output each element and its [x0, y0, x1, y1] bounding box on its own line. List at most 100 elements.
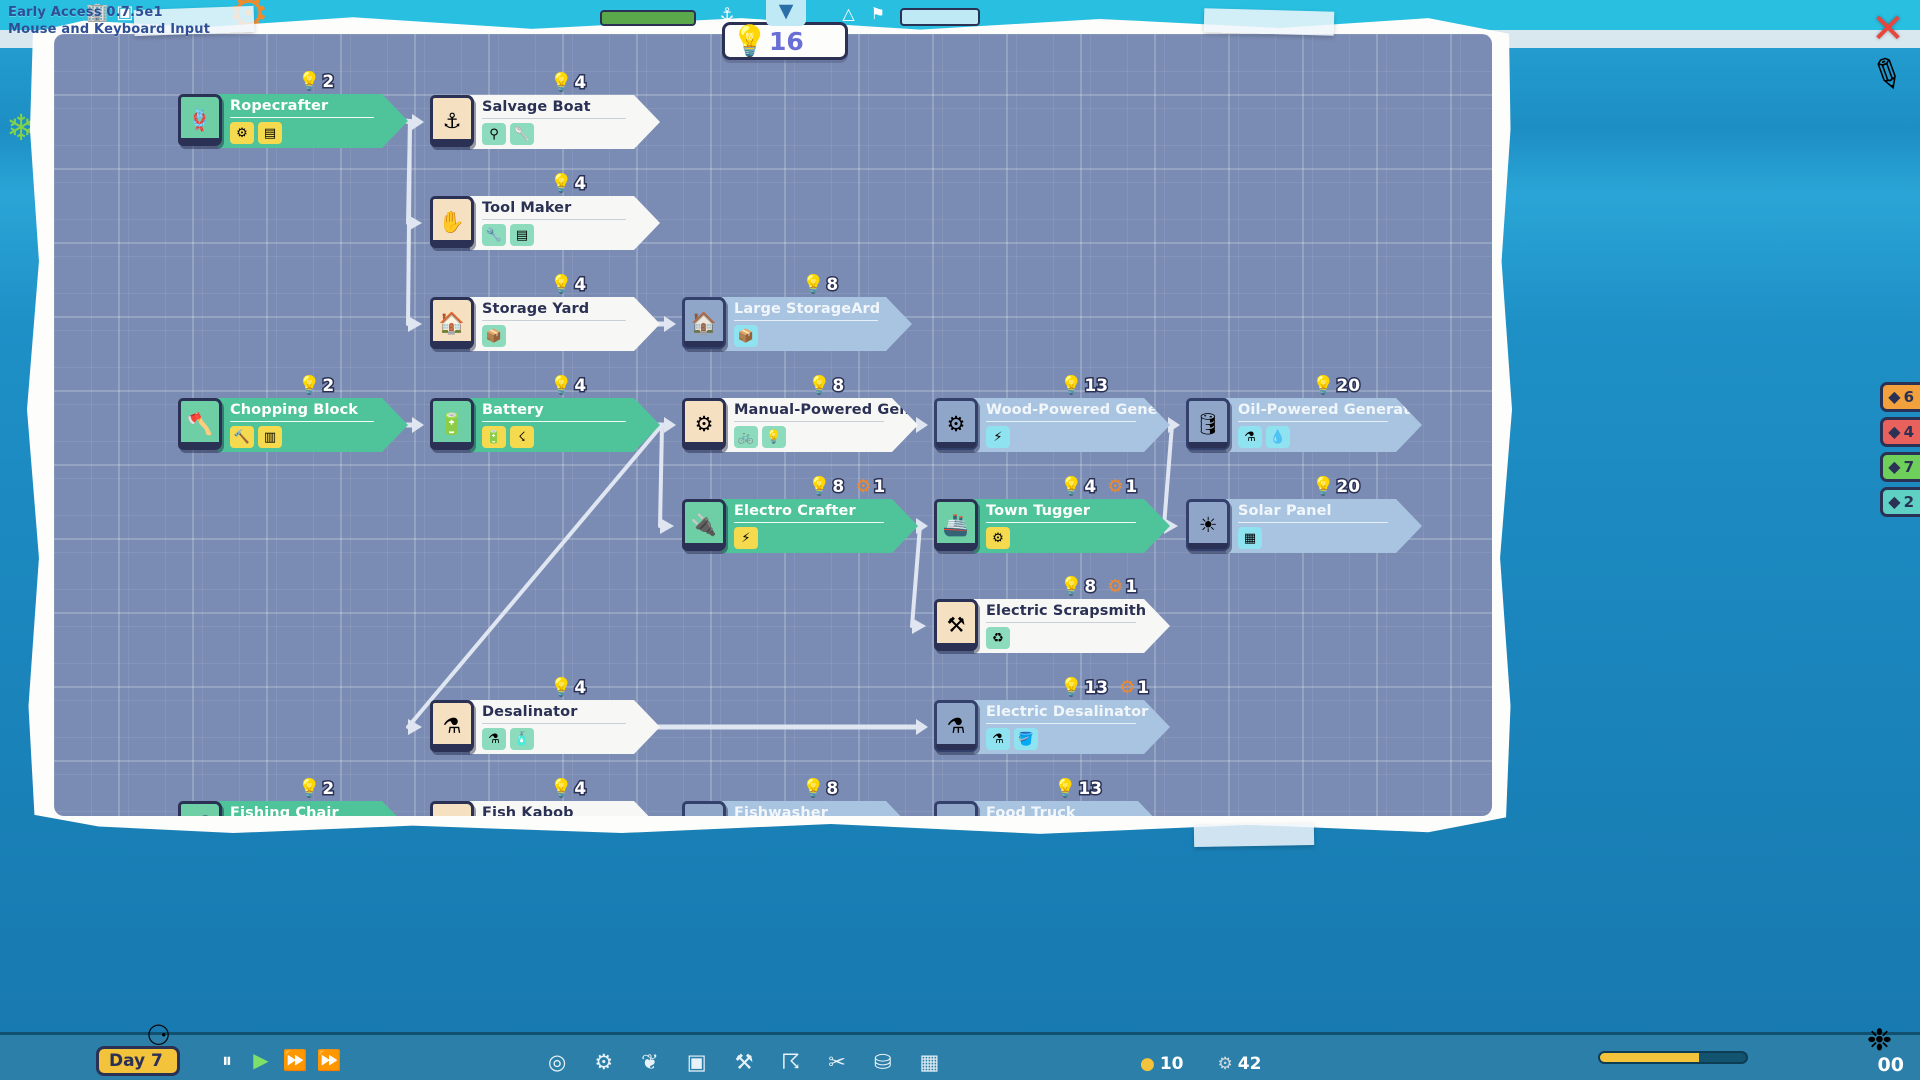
scrap-press-icon[interactable]: ♻	[986, 627, 1010, 649]
tech-node-body[interactable]: Large StorageArd📦	[722, 297, 912, 351]
grilled-fish-icon: 🐟	[430, 801, 474, 816]
tech-node-body[interactable]: Electric Desalinator⚗🪣	[974, 700, 1170, 754]
still-pot-icon-glyph: ⚗	[947, 716, 966, 737]
pause-icon[interactable]: ⏸	[214, 1048, 240, 1072]
tech-node-body[interactable]: Battery🔋☇	[470, 398, 660, 452]
research-book-icon: 💡	[550, 74, 572, 92]
bag-icon[interactable]: ⛁	[874, 1050, 892, 1074]
water-still-icon[interactable]: ⚗	[482, 728, 506, 750]
resource-chip-teal-resource-icon[interactable]: ◆2	[1880, 487, 1920, 517]
tech-node-body[interactable]: Ropecrafter⚙▤	[218, 94, 408, 148]
workbench-icon[interactable]: ▤	[510, 224, 534, 246]
tech-node-solar-panel[interactable]: ☀Solar Panel▦	[1186, 499, 1422, 553]
tech-node-body[interactable]: Wood-Powered Generator⚡	[974, 398, 1170, 452]
hammer-icon[interactable]: ⚒	[735, 1050, 754, 1074]
tech-node-battery[interactable]: 🔋Battery🔋☇	[430, 398, 660, 452]
crate-stack-icon[interactable]: 📦	[734, 325, 758, 347]
tech-node-body[interactable]: Salvage Boat⚲🥄	[470, 95, 660, 149]
tech-node-electro-crafter[interactable]: 🔌Electro Crafter⚡	[682, 499, 918, 553]
tech-node-electric-scrapsmith[interactable]: ⚒Electric Scrapsmith♻	[934, 599, 1170, 653]
progress-bar-fill	[1600, 1053, 1699, 1062]
tech-node-desalinator[interactable]: ⚗Desalinator⚗🧴	[430, 700, 660, 754]
tech-node-body[interactable]: Food Truck🍲	[974, 801, 1164, 816]
wood-generator-icon[interactable]: ⚡	[986, 426, 1010, 448]
tech-node-wood-powered-generator[interactable]: ⚙Wood-Powered Generator⚡	[934, 398, 1170, 452]
tech-node-oil-powered-generator[interactable]: 🛢Oil-Powered Generator⚗💧	[1186, 398, 1422, 452]
tech-node-manual-powered-generator[interactable]: ⚙Manual-Powered Generator🚲💡	[682, 398, 918, 452]
trident-icon[interactable]: ⚓	[720, 4, 734, 23]
tech-node-body[interactable]: Fish Kabob♨🍢	[470, 801, 660, 816]
close-button[interactable]: ✕	[1870, 12, 1906, 48]
crate-icon[interactable]: ▣	[687, 1050, 707, 1074]
gear-icon[interactable]: ⚙	[594, 1050, 613, 1074]
tech-node-chopping-block[interactable]: 🪓Chopping Block🔨▥	[178, 398, 408, 452]
tech-node-town-tugger[interactable]: 🚢Town Tugger⚙	[934, 499, 1170, 553]
bike-generator-icon[interactable]: 🚲	[734, 426, 758, 448]
resource-chip-orange-resource-icon[interactable]: ◆6	[1880, 382, 1920, 412]
tech-node-tool-maker[interactable]: ✋Tool Maker🔧▤	[430, 196, 660, 250]
water-bottle-icon[interactable]: 🧴	[510, 728, 534, 750]
resource-chip-green-resource-icon[interactable]: ◆7	[1880, 452, 1920, 482]
tech-node-electric-desalinator[interactable]: ⚗Electric Desalinator⚗🪣	[934, 700, 1170, 754]
electric-still-icon[interactable]: ⚗	[986, 728, 1010, 750]
collapse-panel-button[interactable]: ▼	[766, 0, 806, 26]
winch-icon[interactable]: ⚙	[230, 122, 254, 144]
play-icon[interactable]: ▶	[248, 1048, 274, 1072]
tech-node-divider	[1238, 421, 1388, 422]
electro-bench-icon[interactable]: ⚡	[734, 527, 758, 549]
cost-entry: 💡13	[1060, 376, 1108, 396]
research-book-icon: 💡	[550, 377, 572, 395]
flag-icon[interactable]: ⚑	[871, 4, 885, 23]
paddle-icon[interactable]: 🥄	[510, 123, 534, 145]
tech-node-ropecrafter[interactable]: 🪢Ropecrafter⚙▤	[178, 94, 408, 148]
hud-icon-bar[interactable]: ◎ ⚙ ❦ ▣ ⚒ ☈ ✂ ⛁ ▦	[548, 1050, 939, 1074]
mooring-post-icon[interactable]: ⚲	[482, 123, 506, 145]
cost-value: 4	[574, 376, 586, 396]
time-controls[interactable]: ⏸ ▶ ⏩ ⏩	[214, 1048, 342, 1072]
rope-fence-icon[interactable]: ▤	[258, 122, 282, 144]
tech-node-fish-kabob[interactable]: 🐟Fish Kabob♨🍢	[430, 801, 660, 816]
tool-icon[interactable]: 🔧	[482, 224, 506, 246]
tech-node-body[interactable]: Electric Scrapsmith♻	[974, 599, 1170, 653]
fast-forward-2x-icon[interactable]: ⏩	[316, 1048, 342, 1072]
plank-icon[interactable]: ▥	[258, 426, 282, 448]
tools-icon[interactable]: ✂	[828, 1050, 846, 1074]
tech-node-body[interactable]: Desalinator⚗🧴	[470, 700, 660, 754]
tech-node-body[interactable]: Tool Maker🔧▤	[470, 196, 660, 250]
mallet-icon[interactable]: 🔨	[230, 426, 254, 448]
fast-forward-icon[interactable]: ⏩	[282, 1048, 308, 1072]
map-icon[interactable]: ▦	[919, 1050, 939, 1074]
tugger-engine-icon[interactable]: ⚙	[986, 527, 1010, 549]
tech-node-body[interactable]: Chopping Block🔨▥	[218, 398, 408, 452]
tech-node-fishwasher[interactable]: 🐠Fishwasher♨	[682, 801, 912, 816]
tech-node-fishing-chair[interactable]: 🎣Fishing Chair🪑♖	[178, 801, 408, 816]
crate-stack-icon[interactable]: 📦	[482, 325, 506, 347]
cost-entry: 💡4	[550, 678, 586, 698]
tech-node-body[interactable]: Fishing Chair🪑♖	[218, 801, 408, 816]
tech-node-body[interactable]: Electro Crafter⚡	[722, 499, 918, 553]
oil-refinery-icon[interactable]: ⚗	[1238, 426, 1262, 448]
tech-node-food-truck[interactable]: 🚚Food Truck🍲	[934, 801, 1164, 816]
tech-node-body[interactable]: Manual-Powered Generator🚲💡	[722, 398, 918, 452]
tech-node-body[interactable]: Fishwasher♨	[722, 801, 912, 816]
leaf-icon[interactable]: ❦	[641, 1050, 659, 1074]
solar-array-icon[interactable]: ▦	[1238, 527, 1262, 549]
tech-node-divider	[482, 723, 626, 724]
resource-chip-red-resource-icon[interactable]: ◆4	[1880, 417, 1920, 447]
tech-node-body[interactable]: Oil-Powered Generator⚗💧	[1226, 398, 1422, 452]
tech-node-storage-yard[interactable]: 🏠Storage Yard📦	[430, 297, 660, 351]
tech-node-body[interactable]: Storage Yard📦	[470, 297, 660, 351]
tech-node-large-storage-yard[interactable]: 🏠Large StorageArd📦	[682, 297, 912, 351]
fish-icon[interactable]: ☈	[781, 1050, 800, 1074]
compass-icon[interactable]: ◎	[548, 1050, 566, 1074]
tent-icon[interactable]: △	[842, 4, 854, 23]
oil-drop-icon[interactable]: 💧	[1266, 426, 1290, 448]
power-pole-icon[interactable]: ☇	[510, 426, 534, 448]
tech-node-salvage-boat[interactable]: ⚓Salvage Boat⚲🥄	[430, 95, 660, 149]
water-tank-icon[interactable]: 🪣	[1014, 728, 1038, 750]
tech-node-body[interactable]: Town Tugger⚙	[974, 499, 1170, 553]
battery-cell-icon[interactable]: 🔋	[482, 426, 506, 448]
tech-tree-board[interactable]: 🪢Ropecrafter⚙▤💡2⚓Salvage Boat⚲🥄💡4✋Tool M…	[54, 34, 1492, 816]
tech-node-body[interactable]: Solar Panel▦	[1226, 499, 1422, 553]
lightbulb-icon[interactable]: 💡	[762, 426, 786, 448]
